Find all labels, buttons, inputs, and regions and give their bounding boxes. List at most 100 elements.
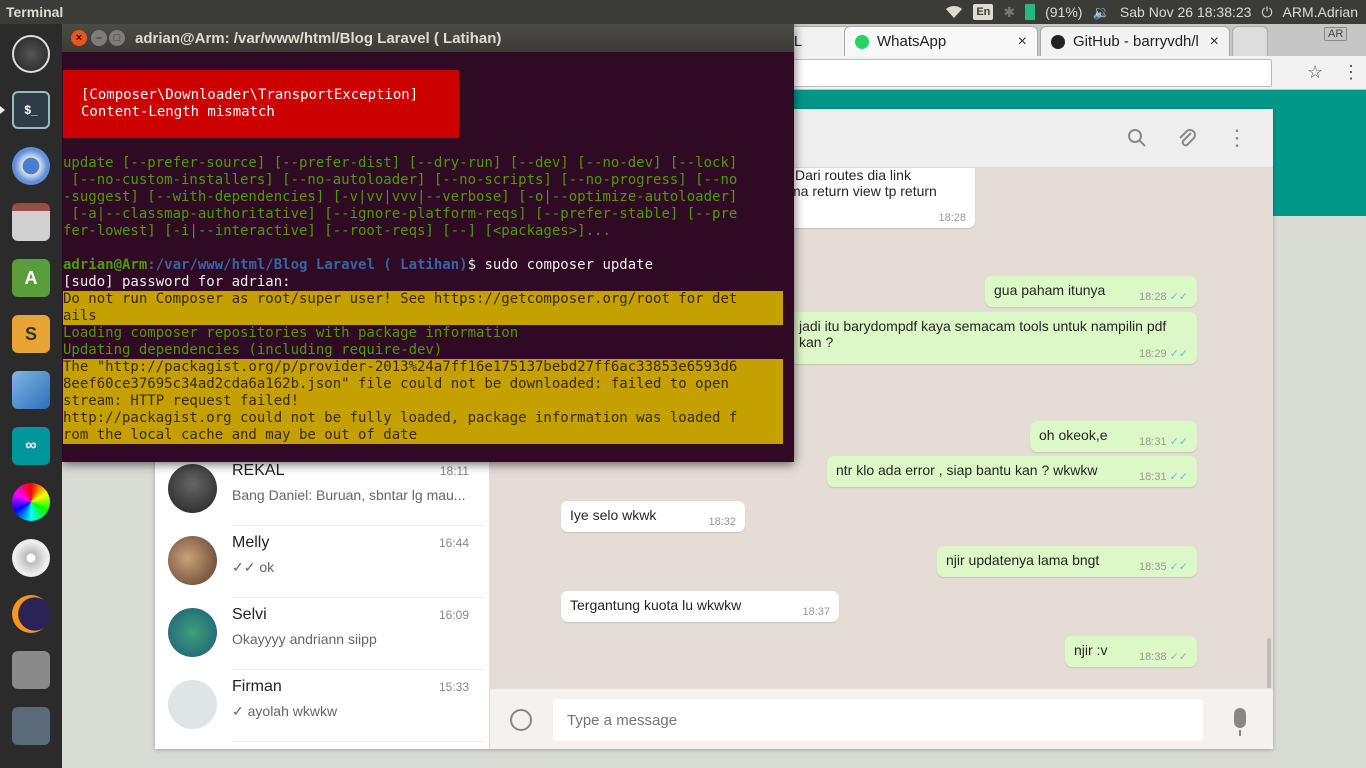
compose-bar — [490, 688, 1273, 749]
message-time: 18:31 — [1139, 471, 1167, 483]
chat-name: Firman — [232, 678, 282, 695]
delivered-receipt-icon: ✓✓ — [1169, 651, 1188, 663]
chat-preview: ✓✓ ok — [232, 559, 275, 575]
tab-whatsapp[interactable]: WhatsApp × — [844, 26, 1038, 56]
chat-preview: Okayyyy andriann siipp — [232, 631, 377, 647]
chat-time: 16:44 — [438, 536, 469, 550]
usage-line: update [--prefer-source] [--prefer-dist]… — [63, 155, 738, 171]
message-text: oh okeok,e — [1039, 427, 1108, 443]
message-in: Iye selo wkwk 18:32 — [561, 501, 745, 532]
clock[interactable]: Sab Nov 26 18:38:23 — [1120, 4, 1252, 20]
new-tab-button[interactable] — [1232, 26, 1268, 56]
usage-line: -suggest] [--with-dependencies] [-v|vv|v… — [63, 189, 738, 205]
chat-name: Selvi — [232, 606, 267, 623]
avatar — [168, 608, 217, 657]
eclipse-icon[interactable] — [6, 590, 56, 638]
terminal-window: × – □ adrian@Arm: /var/www/html/Blog Lar… — [62, 24, 794, 462]
tab-label: WhatsApp — [877, 33, 947, 50]
message-time: 18:38 — [1139, 651, 1167, 663]
chat-preview: ✓ ayolah wkwkw — [232, 703, 338, 719]
minimize-window-button[interactable]: – — [91, 30, 107, 46]
sublime-text-icon[interactable]: S — [6, 310, 56, 358]
read-receipt-icon: ✓✓ — [1169, 471, 1188, 483]
github-tab-icon — [1051, 34, 1065, 49]
status-line: Loading composer repositories with packa… — [63, 325, 519, 341]
read-receipt-icon: ✓✓ — [1169, 348, 1188, 360]
bookmark-star-icon[interactable]: ☆ — [1307, 62, 1323, 83]
tab-github[interactable]: GitHub - barryvdh/l × — [1040, 26, 1230, 56]
session-user[interactable]: ARM.Adrian — [1283, 4, 1358, 20]
emoji-icon[interactable] — [510, 709, 532, 731]
message-time: 18:31 — [1139, 436, 1167, 448]
wifi-icon[interactable] — [945, 5, 963, 19]
read-receipt-icon: ✓✓ — [1169, 436, 1188, 448]
message-out: jadi itu barydompdf kaya semacam tools u… — [790, 312, 1197, 364]
message-text: jadi itu barydompdf kaya semacam tools u… — [799, 318, 1167, 334]
chat-preview: Bang Daniel: Buruan, sbntar lg mau... — [232, 487, 466, 503]
message-out: njir updatenya lama bngt 18:35 ✓✓ — [937, 546, 1197, 577]
maximize-window-button[interactable]: □ — [109, 30, 125, 46]
chat-time: 16:09 — [438, 608, 469, 622]
usage-line: [--no-custom-installers] [--no-autoloade… — [63, 172, 738, 188]
scrollbar[interactable] — [1267, 638, 1271, 688]
status-line: Updating dependencies (including require… — [63, 342, 443, 358]
terminal-titlebar[interactable]: × – □ adrian@Arm: /var/www/html/Blog Lar… — [62, 24, 794, 52]
message-text: njir updatenya lama bngt — [946, 552, 1100, 568]
arduino-icon[interactable]: ∞ — [6, 422, 56, 470]
window-title: adrian@Arm: /var/www/html/Blog Laravel (… — [135, 30, 502, 47]
close-window-button[interactable]: × — [71, 30, 87, 46]
profile-badge[interactable]: AR — [1324, 27, 1348, 41]
chat-name: Melly — [232, 534, 270, 551]
android-studio-icon[interactable]: A — [6, 254, 56, 302]
power-icon[interactable]: ⏻ — [1261, 4, 1272, 21]
top-panel: Terminal En ✱ (91%) 🔉 Sab Nov 26 18:38:2… — [0, 0, 1366, 24]
bluetooth-icon[interactable]: ✱ — [1003, 4, 1015, 21]
disc-burner-icon[interactable] — [6, 534, 56, 582]
keyboard-layout-indicator[interactable]: En — [973, 4, 994, 20]
message-input[interactable] — [553, 699, 1203, 741]
message-time: 18:28 — [938, 212, 966, 224]
chat-item-firman[interactable]: Firman 15:33 ✓ ayolah wkwkw — [155, 670, 490, 742]
color-picker-icon[interactable] — [6, 478, 56, 526]
terminal-launcher-icon[interactable]: $_ — [0, 86, 56, 134]
disk-icon[interactable] — [6, 646, 56, 694]
message-time: 18:35 — [1139, 561, 1167, 573]
terminal-output[interactable]: [Composer\Downloader\TransportException]… — [62, 52, 794, 462]
search-icon[interactable] — [1124, 125, 1150, 151]
error-box: [Composer\Downloader\TransportException]… — [63, 70, 459, 138]
prompt-line: adrian@Arm:/var/www/html/Blog Laravel ( … — [63, 257, 653, 274]
files-icon[interactable] — [6, 198, 56, 246]
message-out: njir :v 18:38 ✓✓ — [1065, 636, 1197, 667]
prompt-command: $ sudo composer update — [467, 257, 654, 273]
default-avatar-icon — [168, 680, 217, 729]
close-icon[interactable]: × — [1210, 33, 1219, 51]
message-text: Dari routes dia link — [795, 168, 911, 183]
usage-line: fer-lowest] [-i|--interactive] [--root-r… — [63, 223, 611, 239]
microphone-icon[interactable] — [1234, 708, 1246, 736]
chat-time: 15:33 — [438, 680, 469, 694]
battery-percent: (91%) — [1045, 4, 1083, 20]
prompt-user: adrian@Arm — [63, 257, 148, 273]
chromium-icon[interactable] — [6, 142, 56, 190]
tab-label: GitHub - barryvdh/l — [1073, 33, 1199, 50]
virtualbox-icon[interactable] — [6, 366, 56, 414]
message-out: oh okeok,e 18:31 ✓✓ — [1030, 421, 1197, 452]
trash-icon[interactable] — [6, 702, 56, 750]
close-icon[interactable]: × — [1018, 33, 1027, 51]
chat-item-melly[interactable]: Melly 16:44 ✓✓ ok — [155, 526, 490, 598]
message-text: ma return view tp return — [789, 183, 937, 199]
message-text: njir :v — [1074, 642, 1108, 658]
active-app-name: Terminal — [6, 4, 64, 20]
whatsapp-tab-icon — [855, 34, 869, 49]
menu-icon[interactable]: ⋮ — [1224, 125, 1250, 151]
attach-icon[interactable] — [1174, 125, 1200, 151]
chat-item-rekal[interactable]: REKAL 18:11 Bang Daniel: Buruan, sbntar … — [155, 454, 490, 526]
message-out: gua paham itunya 18:28 ✓✓ — [985, 276, 1197, 307]
battery-icon[interactable] — [1025, 4, 1036, 20]
unity-launcher: $_ A S ∞ — [0, 24, 62, 768]
volume-icon[interactable]: 🔉 — [1092, 4, 1109, 21]
ubuntu-dash-icon[interactable] — [6, 30, 56, 78]
prompt-path: :/var/www/html/Blog Laravel ( Latihan) — [147, 257, 468, 273]
chat-item-selvi[interactable]: Selvi 16:09 Okayyyy andriann siipp — [155, 598, 490, 670]
browser-menu-icon[interactable]: ⋮ — [1342, 62, 1360, 83]
